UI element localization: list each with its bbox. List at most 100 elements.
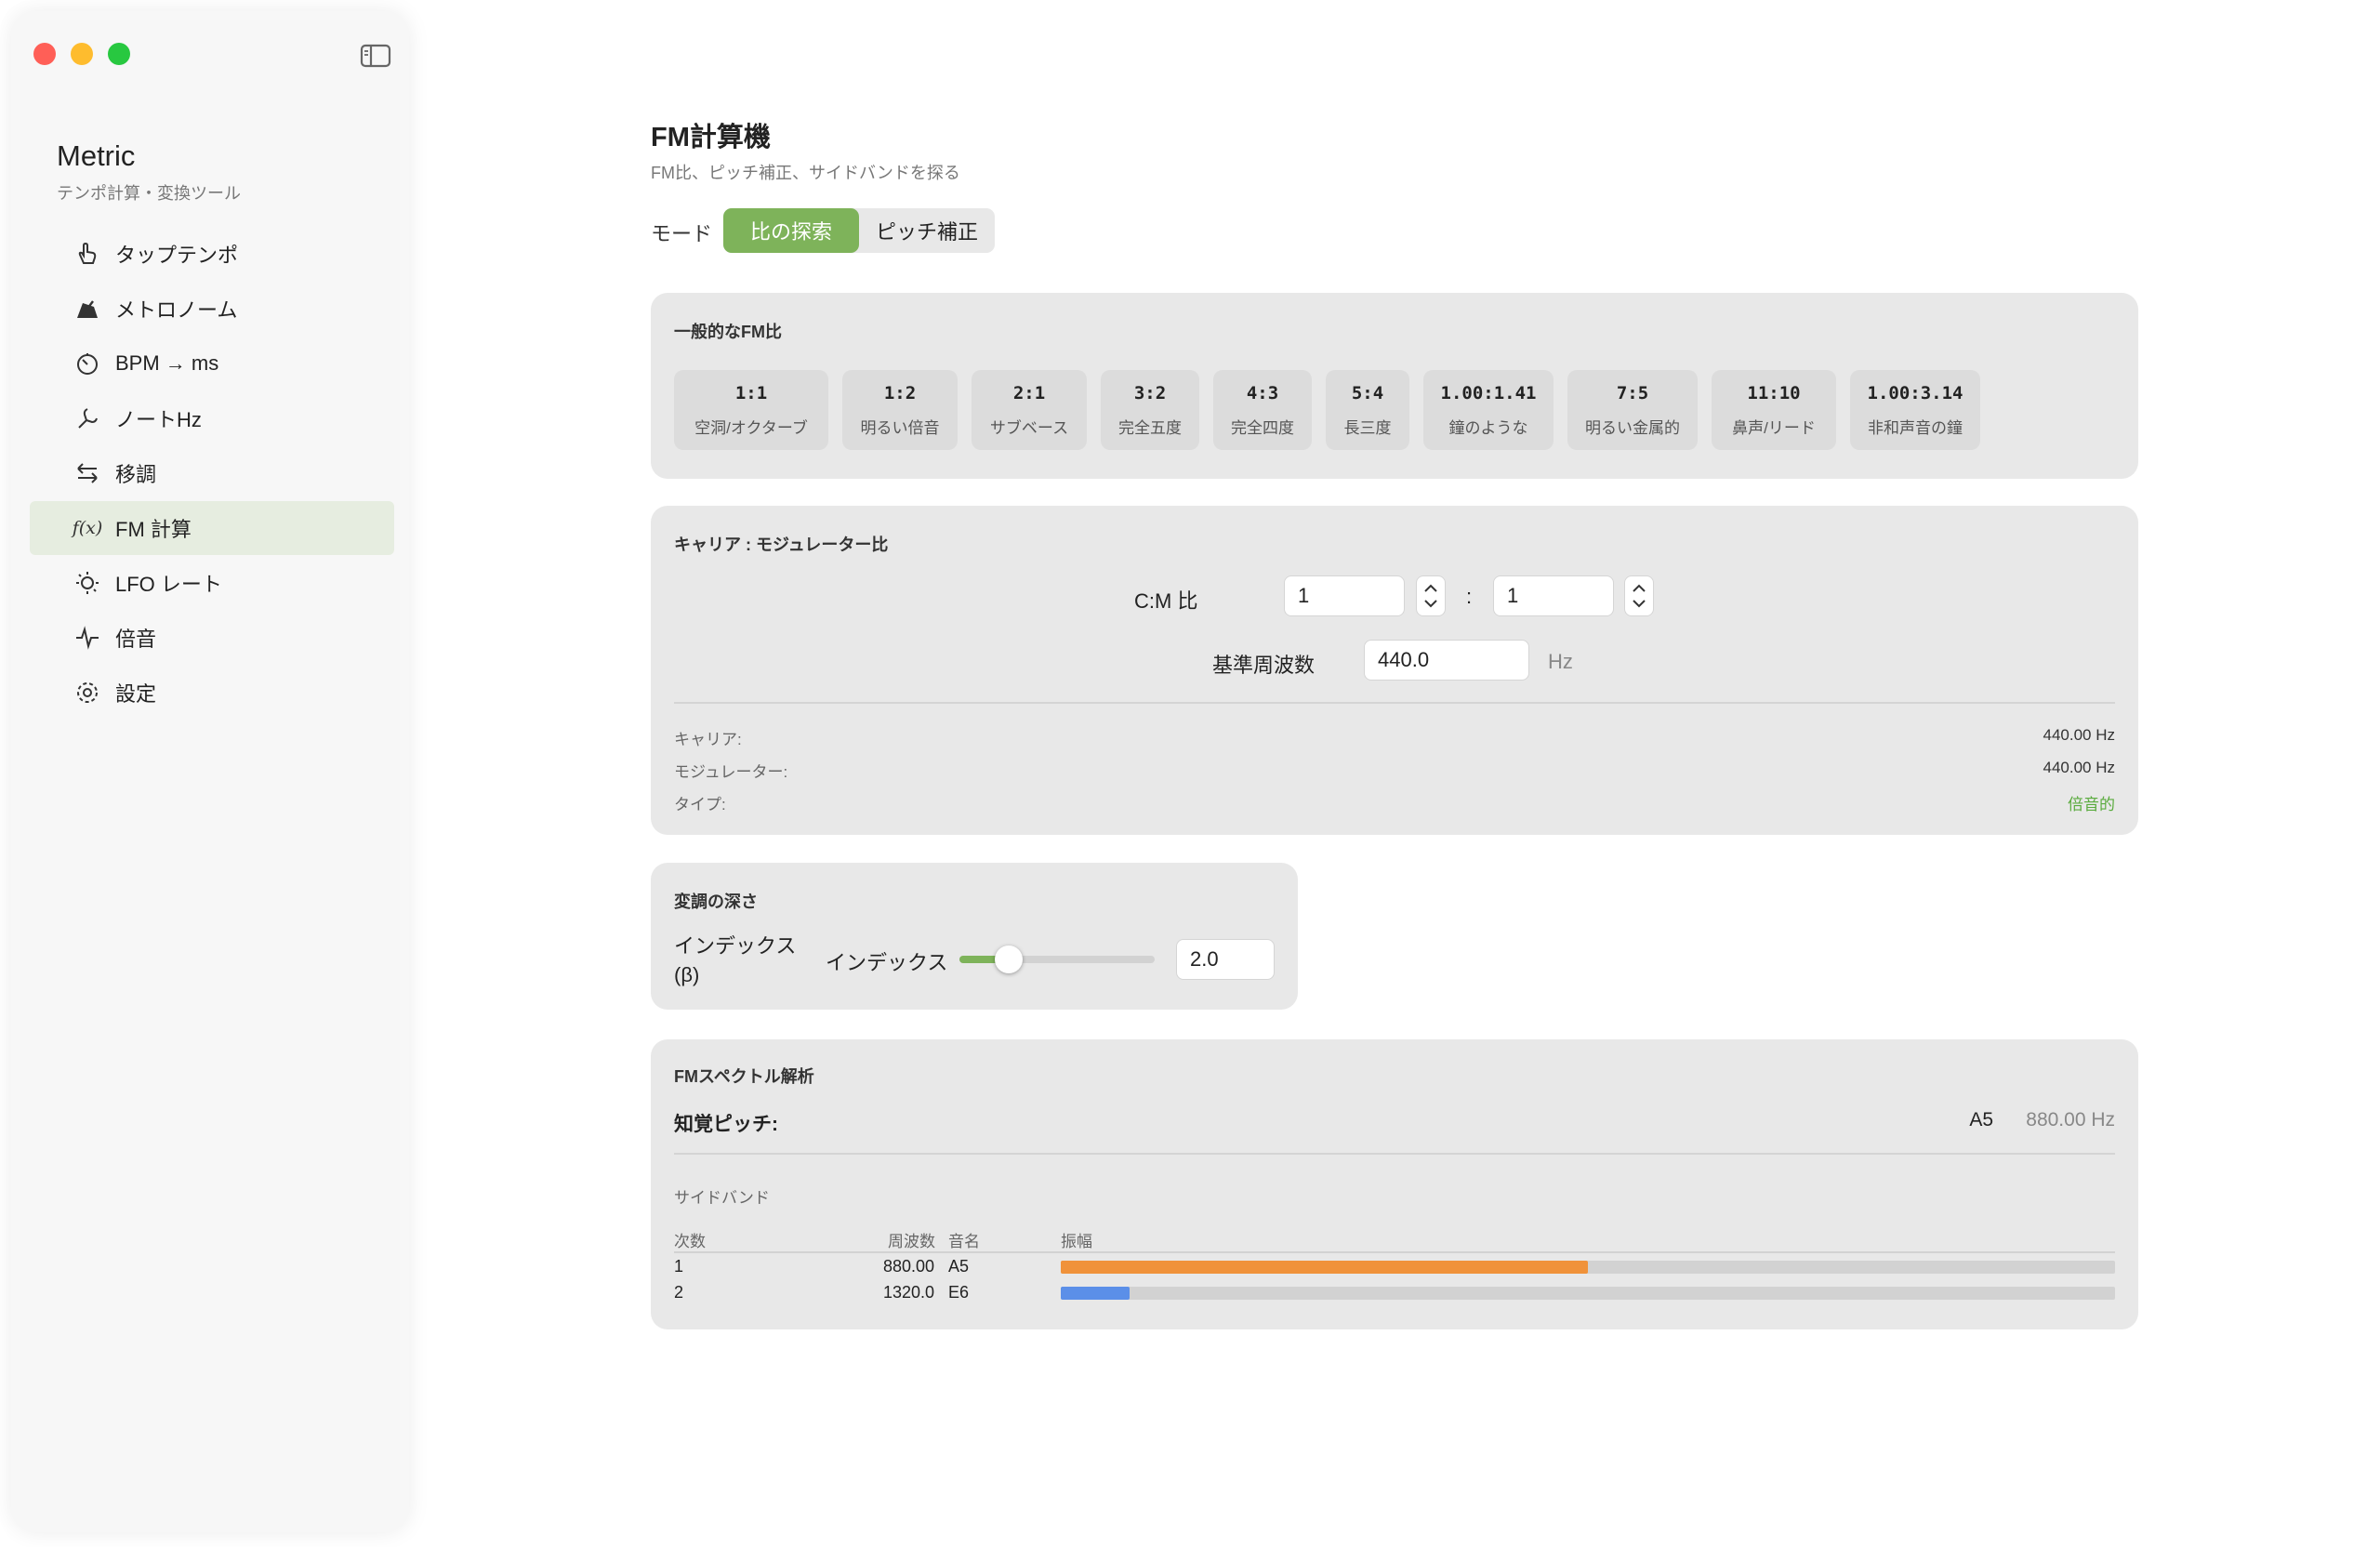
modulator-ratio-input[interactable]: 1 bbox=[1493, 575, 1614, 616]
column-header-amplitude: 振幅 bbox=[1061, 1233, 1092, 1250]
carrier-stepper[interactable] bbox=[1416, 575, 1446, 616]
index-slider[interactable] bbox=[959, 945, 1155, 973]
sidebar-item-label: ノートHz bbox=[115, 408, 202, 431]
hand-tap-icon bbox=[71, 237, 104, 271]
ratio-preset-button[interactable]: 11:10 鼻声/リード bbox=[1712, 370, 1836, 450]
sidebar-item-tap-tempo[interactable]: タップテンポ bbox=[30, 227, 394, 281]
index-beta-label: インデックス (β) bbox=[674, 934, 797, 986]
index-value-input[interactable]: 2.0 bbox=[1176, 939, 1275, 980]
perceived-pitch-note: A5 bbox=[1969, 1109, 1993, 1130]
modulator-stepper[interactable] bbox=[1624, 575, 1654, 616]
mode-segmented-control: 比の探索 ピッチ補正 bbox=[723, 208, 995, 253]
sidebar-item-note-hz[interactable]: ノートHz bbox=[30, 391, 394, 445]
ratio-preset-button[interactable]: 5:4 長三度 bbox=[1326, 370, 1409, 450]
metronome-icon bbox=[71, 292, 104, 325]
sideband-frequency: 880.00 bbox=[882, 1257, 934, 1276]
gear-icon bbox=[71, 676, 104, 709]
sidebar-item-label: 設定 bbox=[115, 682, 157, 706]
amplitude-bar bbox=[1061, 1287, 1130, 1300]
ratio-preset-button[interactable]: 3:2 完全五度 bbox=[1101, 370, 1199, 450]
sideband-note: E6 bbox=[948, 1283, 970, 1302]
ratio-preset-description: 明るい金属的 bbox=[1585, 418, 1680, 437]
carrier-ratio-input[interactable]: 1 bbox=[1284, 575, 1405, 616]
sidebar-item-transpose[interactable]: 移調 bbox=[30, 446, 394, 500]
sideband-order: 1 bbox=[674, 1257, 684, 1276]
ratio-preset-value: 1:2 bbox=[883, 382, 917, 403]
ratio-preset-description: 完全四度 bbox=[1231, 418, 1294, 437]
ratio-preset-button[interactable]: 1:1 空洞/オクターブ bbox=[674, 370, 828, 450]
lfo-icon bbox=[71, 566, 104, 600]
sidebar-item-metronome[interactable]: メトロノーム bbox=[30, 282, 394, 336]
sidebar-item-label: メトロノーム bbox=[115, 298, 238, 322]
sidebar-item-lfo-rate[interactable]: LFO レート bbox=[30, 556, 394, 610]
modulator-result-label: モジュレーター: bbox=[674, 763, 788, 781]
type-result-label: タイプ: bbox=[674, 796, 726, 813]
panel-title: 一般的なFM比 bbox=[674, 323, 782, 341]
ratio-preset-value: 1.00:1.41 bbox=[1440, 382, 1537, 403]
app-title: Metric bbox=[57, 139, 136, 172]
app-subtitle: テンポ計算・変換ツール bbox=[57, 184, 241, 203]
ratio-preset-value: 1:1 bbox=[734, 382, 768, 403]
amplitude-bar-track bbox=[1061, 1261, 2115, 1274]
sidebar-item-bpm-ms[interactable]: BPM → ms bbox=[30, 337, 394, 390]
slider-knob[interactable] bbox=[995, 945, 1023, 973]
app-window: Metric テンポ計算・変換ツール タップテンポ メトロノーム BPM → m… bbox=[0, 0, 2380, 1547]
column-header-frequency: 周波数 bbox=[888, 1233, 935, 1250]
sidebar-toggle-icon[interactable] bbox=[355, 35, 396, 76]
ratio-preset-description: 明るい倍音 bbox=[860, 418, 940, 437]
carrier-result-label: キャリア: bbox=[674, 731, 742, 748]
sidebar-item-settings[interactable]: 設定 bbox=[30, 666, 394, 720]
perceived-pitch-label: 知覚ピッチ: bbox=[674, 1114, 778, 1135]
ratio-preset-button[interactable]: 1.00:1.41 鐘のような bbox=[1423, 370, 1554, 450]
slider-label: インデックス bbox=[826, 951, 948, 974]
arrows-swap-icon bbox=[71, 456, 104, 490]
mode-label: モード bbox=[651, 222, 713, 245]
sidebar-item-fm-calc[interactable]: f(x) FM 計算 bbox=[30, 501, 394, 555]
ratio-preset-description: 鼻声/リード bbox=[1732, 418, 1816, 437]
stepper-arrows-icon bbox=[1424, 584, 1437, 608]
ratio-preset-value: 5:4 bbox=[1351, 382, 1384, 403]
sidebar-item-label: LFO レート bbox=[115, 573, 222, 596]
base-frequency-unit: Hz bbox=[1548, 650, 1573, 673]
ratio-preset-value: 4:3 bbox=[1246, 382, 1279, 403]
carrier-result-value: 440.00 Hz bbox=[2043, 726, 2116, 744]
perceived-pitch-frequency: 880.00 Hz bbox=[2026, 1109, 2115, 1130]
function-icon: f(x) bbox=[72, 518, 103, 538]
ratio-preset-description: サブベース bbox=[989, 418, 1069, 437]
base-frequency-input[interactable]: 440.0 bbox=[1364, 640, 1529, 681]
sideband-order: 2 bbox=[674, 1283, 684, 1302]
sideband-frequency: 1320.0 bbox=[882, 1283, 934, 1302]
table-header-divider bbox=[674, 1251, 2115, 1253]
ratio-preset-description: 鐘のような bbox=[1448, 418, 1528, 437]
base-frequency-label: 基準周波数 bbox=[1212, 654, 1316, 677]
sidebands-label: サイドバンド bbox=[674, 1189, 770, 1207]
type-result-value: 倍音的 bbox=[2068, 796, 2115, 813]
mode-ratio-explore-button[interactable]: 比の探索 bbox=[723, 208, 859, 253]
amplitude-bar-track bbox=[1061, 1287, 2115, 1300]
sidebar-item-harmonics[interactable]: 倍音 bbox=[30, 611, 394, 665]
tuning-fork-icon bbox=[71, 402, 104, 435]
ratio-preset-button[interactable]: 7:5 明るい金属的 bbox=[1567, 370, 1698, 450]
amplitude-bar bbox=[1061, 1261, 1588, 1274]
ratio-preset-value: 11:10 bbox=[1747, 382, 1801, 403]
sidebar-item-label: 倍音 bbox=[115, 628, 157, 651]
minimize-window-button[interactable] bbox=[71, 43, 93, 65]
stepper-arrows-icon bbox=[1633, 584, 1646, 608]
ratio-preset-button[interactable]: 4:3 完全四度 bbox=[1213, 370, 1312, 450]
panel-title: 変調の深さ bbox=[674, 892, 758, 911]
column-header-note: 音名 bbox=[948, 1233, 980, 1250]
timer-icon bbox=[71, 347, 104, 380]
ratio-preset-button[interactable]: 2:1 サブベース bbox=[972, 370, 1087, 450]
close-window-button[interactable] bbox=[33, 43, 56, 65]
ratio-preset-button[interactable]: 1.00:3.14 非和声音の鐘 bbox=[1850, 370, 1980, 450]
sidebar: Metric テンポ計算・変換ツール タップテンポ メトロノーム BPM → m… bbox=[11, 11, 409, 1532]
zoom-window-button[interactable] bbox=[108, 43, 130, 65]
ratio-preset-description: 非和声音の鐘 bbox=[1868, 418, 1963, 437]
cm-ratio-label: C:M 比 bbox=[1134, 589, 1198, 613]
sidebar-item-label: タップテンポ bbox=[115, 244, 239, 267]
ratio-preset-button[interactable]: 1:2 明るい倍音 bbox=[842, 370, 958, 450]
sideband-note: A5 bbox=[948, 1257, 970, 1276]
page-subtitle: FM比、ピッチ補正、サイドバンドを探る bbox=[651, 164, 960, 182]
mode-pitch-correct-button[interactable]: ピッチ補正 bbox=[859, 208, 995, 253]
sidebar-item-label: 移調 bbox=[115, 463, 157, 486]
